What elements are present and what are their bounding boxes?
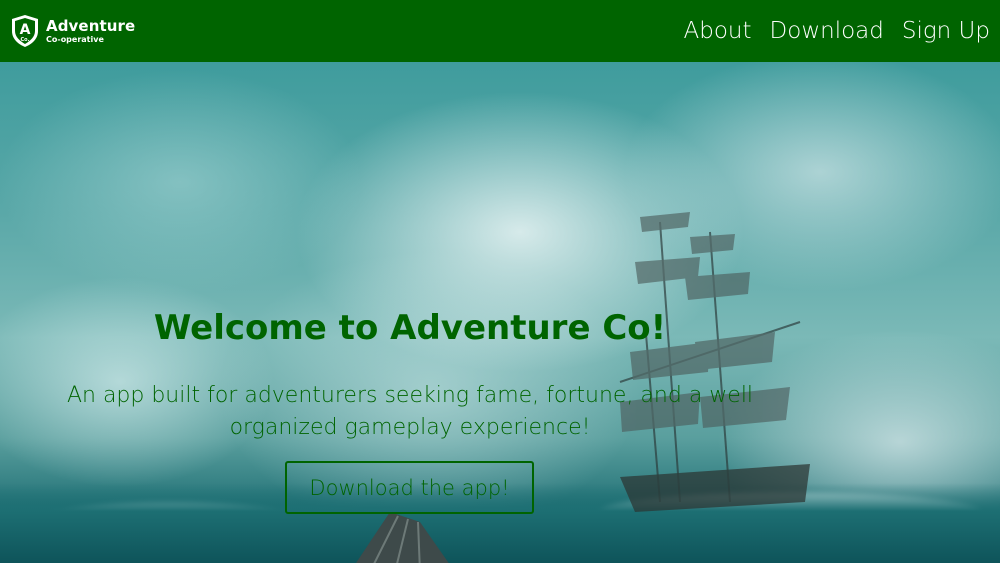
hero-content: Welcome to Adventure Co! An app built fo… bbox=[0, 62, 1000, 563]
hero-title: Welcome to Adventure Co! bbox=[153, 308, 667, 348]
main-nav: About Download Sign Up bbox=[684, 18, 990, 44]
brand-text: Adventure Co-operative bbox=[46, 16, 136, 44]
site-header: A Co. Adventure Co-operative About Downl… bbox=[0, 0, 1000, 62]
hero-subtitle: An app built for adventurers seeking fam… bbox=[20, 380, 800, 444]
shield-logo-icon: A Co. bbox=[12, 15, 38, 47]
hero-subtitle-line-1: An app built for adventurers seeking fam… bbox=[66, 383, 754, 408]
nav-download-link[interactable]: Download bbox=[770, 18, 884, 44]
brand[interactable]: A Co. Adventure Co-operative bbox=[10, 14, 135, 48]
nav-signup-link[interactable]: Sign Up bbox=[902, 18, 990, 44]
brand-name: Adventure bbox=[46, 16, 136, 35]
logo-sub: Co. bbox=[20, 37, 29, 43]
logo-letter: A bbox=[20, 22, 31, 38]
hero-subtitle-line-2: organized gameplay experience! bbox=[229, 415, 591, 440]
nav-about-link[interactable]: About bbox=[684, 18, 752, 44]
download-app-button[interactable]: Download the app! bbox=[285, 461, 534, 514]
brand-subtitle: Co-operative bbox=[46, 34, 104, 44]
